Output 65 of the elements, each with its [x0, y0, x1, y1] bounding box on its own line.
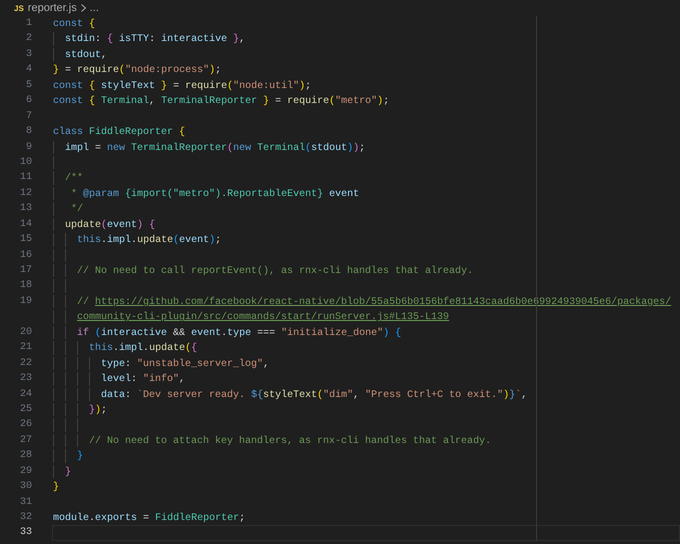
line-number: 21 — [18, 341, 32, 356]
code-line: } = require("node:process"); — [52, 64, 222, 78]
code-line: impl = new TerminalReporter(new Terminal(stdout)); — [52, 140, 680, 155]
line-number: 3 — [24, 48, 32, 62]
line-number: 25 — [18, 402, 32, 417]
line-number: 22 — [18, 356, 32, 371]
code-line: this.impl.update({ — [52, 340, 680, 356]
code-line: * @param {import("metro").ReportableEvent} event — [52, 186, 680, 202]
line-number: 32 — [18, 511, 32, 525]
line-number: 13 — [18, 202, 32, 216]
line-number: 7 — [24, 110, 32, 124]
line-number: 5 — [24, 78, 32, 93]
line-number: 14 — [18, 218, 32, 232]
code-line: } — [52, 448, 680, 464]
line-number: 15 — [18, 233, 32, 248]
code-line: stdout, — [52, 46, 680, 62]
line-number: 19 — [18, 294, 32, 309]
breadcrumb-more[interactable]: ... — [90, 2, 99, 14]
code-line: }); — [52, 402, 680, 418]
line-number: 20 — [18, 326, 32, 340]
code-line: level: "info", — [52, 371, 680, 386]
line-number: 11 — [18, 171, 32, 186]
line-number: 2 — [24, 32, 32, 46]
code-line: const { Terminal, TerminalReporter } = require("metro"); — [52, 94, 390, 109]
line-number: 30 — [18, 480, 32, 494]
line-number: 16 — [18, 248, 32, 263]
code-line: stdin: { isTTY: interactive }, — [52, 31, 680, 47]
line-number: 26 — [18, 418, 32, 432]
file-type-icon: JS — [14, 4, 24, 12]
url-link[interactable]: community-cli-plugin/src/commands/start/runServer.js#L135-L139 — [77, 310, 450, 324]
line-number: 33 — [18, 526, 32, 540]
code-text: // — [77, 296, 90, 308]
code-line: type: "unstable_server_log", — [52, 356, 680, 372]
code-line: /** — [52, 170, 680, 186]
line-number: 9 — [24, 140, 32, 154]
code-line: */ — [52, 201, 680, 217]
code-line: this.impl.update(event); — [52, 232, 680, 248]
code-line: const { styleText } = require("node:util"); — [52, 80, 312, 94]
line-number: 8 — [24, 125, 32, 140]
url-link[interactable]: https://github.com/facebook/react-native/blob/55a5b6b0156bfe81143caad6b0e69924939045e6/packages/ — [95, 294, 672, 308]
line-number: 31 — [18, 496, 32, 510]
breadcrumb-file[interactable]: reporter.js — [28, 2, 77, 14]
line-number: 10 — [18, 156, 32, 170]
code-line: } — [52, 464, 680, 480]
code-line: if (interactive && event.type === "initialize_done") { — [52, 324, 680, 340]
chevron-icon — [80, 4, 86, 12]
line-number: 28 — [18, 449, 32, 464]
code-line: module.exports = FiddleReporter; — [52, 512, 246, 526]
line-number: 18 — [18, 279, 32, 294]
line-number: 27 — [18, 434, 32, 448]
line-number: 23 — [18, 372, 32, 386]
code-line: update(event) { — [52, 216, 680, 232]
code-line: } — [52, 480, 60, 495]
line-number: 29 — [18, 464, 32, 479]
code-line: // No need to call reportEvent(), as rnx-cli handles that already. — [52, 263, 680, 278]
code-line: class FiddleReporter { — [52, 126, 186, 140]
line-number: 6 — [24, 94, 32, 108]
line-number: 4 — [24, 63, 32, 78]
code-line: data: `Dev server ready. ${styleText("dim", "Press Ctrl+C to exit.")}`, — [52, 386, 680, 402]
line-number: 17 — [18, 264, 32, 278]
code-line: // No need to attach key handlers, as rnx-cli handles that already. — [52, 432, 680, 448]
line-number: 12 — [18, 186, 32, 201]
line-number: 24 — [18, 388, 32, 402]
code-line: const { — [52, 18, 96, 32]
line-number: 1 — [24, 17, 32, 31]
